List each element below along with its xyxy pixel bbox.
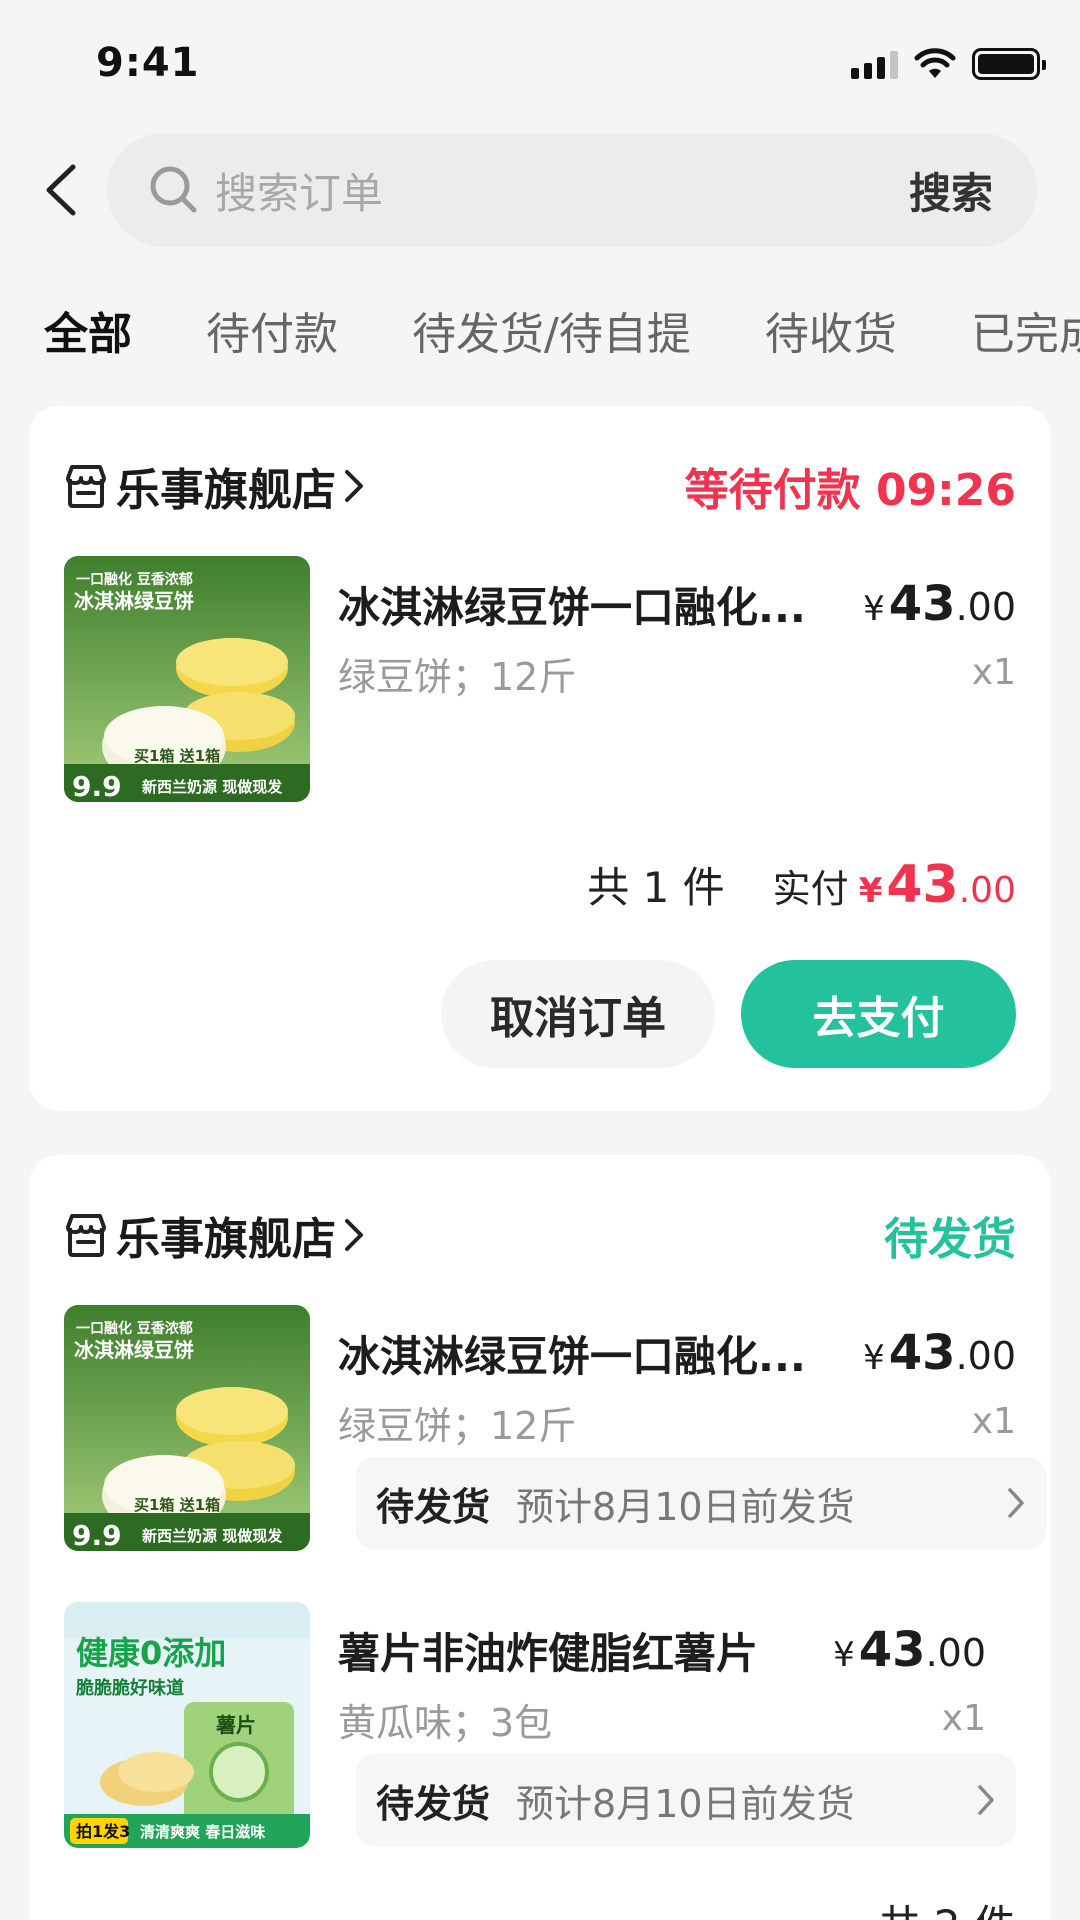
tab-pending-shipment[interactable]: 待发货/待自提: [412, 298, 691, 378]
product-thumbnail-potato-chips[interactable]: 健康0添加 脆脆脆好味道 薯片 拍1发3 清清爽爽 春日滋味: [64, 1602, 310, 1848]
thumb-text: 一口融化 豆香浓郁: [76, 571, 193, 588]
item-count: 共 2 件: [879, 1892, 1016, 1920]
product-title[interactable]: 冰淇淋绿豆饼一口融化...: [338, 574, 828, 635]
order-card[interactable]: 乐事旗舰店 等待付款 09:26 一口融化 豆香浓郁 冰淇淋绿豆饼 买1箱 送1…: [29, 406, 1051, 1111]
order-card[interactable]: 乐事旗舰店 待发货 一口融化 豆香浓郁 冰淇淋绿豆饼 买1箱 送1箱 9.9 新…: [29, 1155, 1051, 1920]
tab-completed[interactable]: 已完成: [971, 298, 1080, 378]
shipping-eta: 预计8月10日前发货: [516, 1484, 855, 1529]
chevron-right-icon: [345, 470, 363, 502]
search-icon: [150, 166, 197, 213]
status-time: 9:41: [96, 40, 200, 86]
tab-pending-payment[interactable]: 待付款: [206, 298, 338, 378]
product-price: ¥43.00: [863, 1325, 1016, 1381]
product-quantity: x1: [971, 1401, 1016, 1442]
thumb-text: 拍1发3: [76, 1822, 130, 1841]
product-price: ¥43.00: [863, 576, 1016, 632]
search-placeholder: 搜索订单: [215, 168, 384, 218]
order-tabs: 全部 待付款 待发货/待自提 待收货 已完成: [44, 298, 1080, 378]
thumb-text: 冰淇淋绿豆饼: [74, 1338, 194, 1362]
shipping-eta: 预计8月10日前发货: [516, 1781, 855, 1826]
status-bar: 9:41: [0, 0, 1080, 130]
cellular-signal-icon: [851, 49, 898, 79]
tab-pending-receipt[interactable]: 待收货: [765, 298, 897, 378]
chevron-right-icon: [978, 1785, 994, 1815]
thumb-text: 健康0添加: [76, 1634, 226, 1672]
product-quantity: x1: [941, 1698, 986, 1739]
shipping-status: 待发货: [376, 1781, 491, 1826]
thumb-text: 买1箱 送1箱: [134, 747, 220, 765]
shipping-status-bar[interactable]: 待发货 预计8月10日前发货: [356, 1754, 1016, 1846]
thumb-text: 新西兰奶源 现做现发: [142, 1527, 283, 1545]
thumb-text: 买1箱 送1箱: [134, 1496, 220, 1514]
wifi-icon: [914, 48, 956, 78]
shipping-status-bar[interactable]: 待发货 预计8月10日前发货: [356, 1457, 1046, 1549]
tab-all[interactable]: 全部: [44, 298, 132, 378]
thumb-text: 冰淇淋绿豆饼: [74, 589, 194, 613]
order-header: 乐事旗舰店 等待付款 09:26: [64, 456, 1016, 516]
order-item[interactable]: 一口融化 豆香浓郁 冰淇淋绿豆饼 买1箱 送1箱 9.9 新西兰奶源 现做现发 …: [64, 556, 1016, 806]
thumb-text: 9.9: [72, 1519, 122, 1551]
paid-amount: ¥43.00: [858, 855, 1016, 915]
thumb-text: 新西兰奶源 现做现发: [142, 778, 283, 796]
product-spec: 绿豆饼；12斤: [338, 655, 577, 699]
product-price: ¥43.00: [833, 1622, 986, 1678]
store-name[interactable]: 乐事旗舰店: [116, 454, 336, 518]
product-thumbnail-mungbean-cake[interactable]: 一口融化 豆香浓郁 冰淇淋绿豆饼 买1箱 送1箱 9.9 新西兰奶源 现做现发: [64, 556, 310, 802]
cancel-order-button[interactable]: 取消订单: [441, 960, 715, 1068]
thumb-text: 薯片: [215, 1713, 256, 1737]
product-title[interactable]: 冰淇淋绿豆饼一口融化...: [338, 1323, 828, 1384]
chevron-right-icon: [345, 1219, 363, 1251]
product-quantity: x1: [971, 652, 1016, 693]
thumb-text: 9.9: [72, 770, 122, 802]
back-chevron-icon: [46, 164, 76, 216]
battery-icon: [972, 48, 1046, 80]
thumb-text: 清清爽爽 春日滋味: [140, 1823, 265, 1841]
search-input[interactable]: 搜索订单 搜索: [107, 133, 1037, 247]
status-icons: [851, 48, 1046, 80]
store-icon: [66, 465, 106, 508]
product-spec: 绿豆饼；12斤: [338, 1404, 577, 1448]
order-item[interactable]: 一口融化 豆香浓郁 冰淇淋绿豆饼 买1箱 送1箱 9.9 新西兰奶源 现做现发 …: [64, 1305, 1046, 1555]
thumb-text: 一口融化 豆香浓郁: [76, 1320, 193, 1337]
paid-label: 实付: [772, 867, 849, 911]
shipping-status: 待发货: [376, 1484, 491, 1529]
search-button[interactable]: 搜索: [909, 160, 993, 221]
order-summary: 共 1 件 实付 ¥43.00: [587, 854, 1016, 915]
store-name[interactable]: 乐事旗舰店: [116, 1203, 336, 1267]
order-status: 待发货: [884, 1214, 1016, 1265]
product-thumbnail-mungbean-cake[interactable]: 一口融化 豆香浓郁 冰淇淋绿豆饼 买1箱 送1箱 9.9 新西兰奶源 现做现发: [64, 1305, 310, 1551]
order-status-countdown: 等待付款 09:26: [684, 465, 1016, 516]
store-icon: [66, 1214, 106, 1257]
product-spec: 黄瓜味；3包: [338, 1701, 553, 1745]
thumb-text: 脆脆脆好味道: [75, 1677, 184, 1699]
back-button[interactable]: [38, 160, 82, 220]
order-item[interactable]: 健康0添加 脆脆脆好味道 薯片 拍1发3 清清爽爽 春日滋味 薯片非油炸健脂红薯…: [64, 1602, 1016, 1852]
product-title[interactable]: 薯片非油炸健脂红薯片: [338, 1620, 828, 1681]
chevron-right-icon: [1008, 1488, 1024, 1518]
item-count: 共 1 件: [587, 863, 725, 912]
pay-button[interactable]: 去支付: [741, 960, 1016, 1068]
order-header: 乐事旗舰店 待发货: [64, 1205, 1016, 1265]
